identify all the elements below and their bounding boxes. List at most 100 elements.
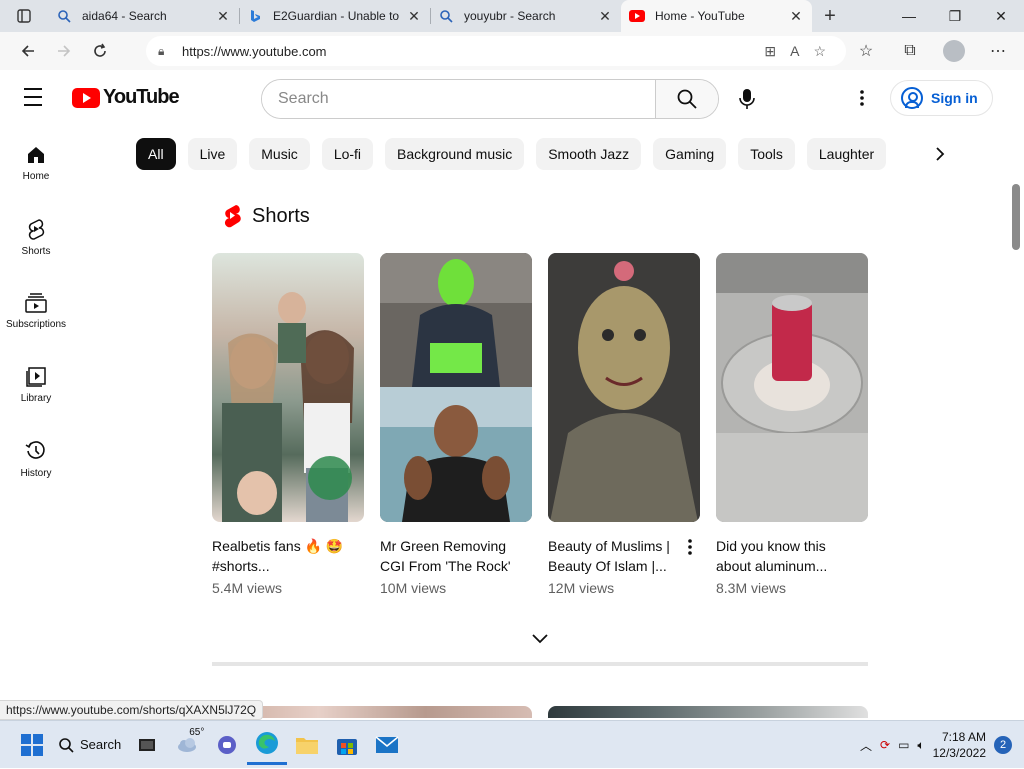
- sign-in-button[interactable]: Sign in: [890, 80, 993, 116]
- start-button[interactable]: [12, 725, 52, 765]
- minimize-icon[interactable]: —: [886, 0, 932, 32]
- system-tray: ︿ ⟳ ▭ 🔈︎ 7:18 AM 12/3/2022 2: [860, 721, 1012, 769]
- settings-more-icon[interactable]: ⋯: [980, 35, 1016, 67]
- chip-smooth-jazz[interactable]: Smooth Jazz: [536, 138, 642, 170]
- chip-gaming[interactable]: Gaming: [653, 138, 727, 170]
- short-title[interactable]: Did you know this about aluminum...: [716, 536, 868, 576]
- show-more-button[interactable]: [530, 632, 550, 646]
- chip-all[interactable]: All: [136, 138, 176, 170]
- notification-badge[interactable]: 2: [994, 736, 1012, 754]
- chip-live[interactable]: Live: [187, 138, 238, 170]
- close-tab-icon[interactable]: ✕: [788, 8, 804, 25]
- chip-laughter[interactable]: Laughter: [806, 138, 887, 170]
- browser-tab[interactable]: aida64 - Search ✕: [48, 0, 239, 32]
- windows-taskbar: Search 65° ︿ ⟳ ▭ 🔈︎ 7:18 AM 12/3/2022 2: [0, 720, 1024, 768]
- close-tab-icon[interactable]: ✕: [597, 8, 613, 25]
- shorts-logo-icon: [224, 205, 241, 228]
- tab-actions-button[interactable]: [0, 0, 48, 32]
- guide-label: Subscriptions: [5, 318, 67, 330]
- display-icon[interactable]: ▭: [898, 738, 909, 752]
- video-thumbnail-peek[interactable]: [548, 706, 868, 718]
- short-title[interactable]: Beauty of Muslims | Beauty Of Islam |...: [548, 536, 700, 576]
- short-card[interactable]: Realbetis fans 🔥 🤩 #shorts... 5.4M views: [212, 253, 364, 596]
- guide-item-shorts[interactable]: Shorts: [0, 200, 72, 274]
- scrollbar-thumb[interactable]: [1012, 184, 1020, 250]
- back-button[interactable]: [10, 35, 46, 67]
- voice-search-button[interactable]: [729, 81, 765, 117]
- browser-tab-active[interactable]: Home - YouTube ✕: [621, 0, 812, 32]
- sync-alert-icon[interactable]: ⟳: [880, 738, 890, 752]
- guide-item-history[interactable]: History: [0, 422, 72, 496]
- windows-logo-icon: [21, 733, 43, 756]
- microsoft-store-icon[interactable]: [327, 725, 367, 765]
- search-input[interactable]: [262, 80, 655, 118]
- read-aloud-icon[interactable]: A: [790, 43, 799, 60]
- short-views: 5.4M views: [212, 580, 283, 596]
- search-icon: [56, 8, 72, 24]
- address-bar[interactable]: 🔒︎ https://www.youtube.com ⊞ A ☆: [146, 36, 846, 66]
- guide-item-library[interactable]: Library: [0, 348, 72, 422]
- refresh-button[interactable]: [82, 35, 118, 67]
- short-thumbnail[interactable]: [548, 253, 700, 522]
- short-card[interactable]: Mr Green Removing CGI From 'The Rock' 10…: [380, 253, 532, 596]
- short-thumbnail[interactable]: [716, 253, 868, 522]
- short-thumbnail[interactable]: [212, 253, 364, 522]
- chips-next-button[interactable]: [926, 140, 954, 168]
- window-controls: — ❐ ✕: [886, 0, 1024, 32]
- avatar: [943, 40, 965, 62]
- forward-button[interactable]: [46, 35, 82, 67]
- profile-button[interactable]: [936, 35, 972, 67]
- weather-widget[interactable]: 65°: [167, 725, 207, 765]
- chip-lofi[interactable]: Lo-fi: [321, 138, 374, 170]
- youtube-page: YouTube Sign in Home Shorts: [0, 70, 1024, 718]
- menu-icon[interactable]: [24, 88, 48, 108]
- page-scrollbar[interactable]: [1008, 70, 1024, 718]
- short-card[interactable]: Beauty of Muslims | Beauty Of Islam |...…: [548, 253, 700, 596]
- short-title[interactable]: Mr Green Removing CGI From 'The Rock': [380, 536, 532, 576]
- short-title[interactable]: Realbetis fans 🔥 🤩 #shorts...: [212, 536, 364, 576]
- guide-item-subscriptions[interactable]: Subscriptions: [0, 274, 72, 348]
- vertical-dots-icon: [860, 90, 864, 106]
- tab-title: aida64 - Search: [82, 9, 167, 23]
- shorts-shelf: Realbetis fans 🔥 🤩 #shorts... 5.4M views…: [212, 253, 868, 596]
- edge-browser-icon[interactable]: [247, 725, 288, 765]
- restore-icon[interactable]: ❐: [932, 0, 978, 32]
- lock-icon[interactable]: 🔒︎: [158, 44, 182, 59]
- short-card[interactable]: Did you know this about aluminum... 8.3M…: [716, 253, 868, 596]
- favorites-icon[interactable]: ☆: [848, 35, 884, 67]
- clock[interactable]: 7:18 AM 12/3/2022: [933, 729, 986, 761]
- browser-tab[interactable]: youyubr - Search ✕: [430, 0, 621, 32]
- volume-icon[interactable]: 🔈︎: [917, 738, 924, 753]
- file-explorer-icon[interactable]: [287, 725, 327, 765]
- task-view-icon[interactable]: [127, 725, 167, 765]
- chip-tools[interactable]: Tools: [738, 138, 795, 170]
- short-more-options-icon[interactable]: [688, 539, 704, 557]
- chevron-up-icon[interactable]: ︿: [860, 737, 872, 754]
- browser-toolbar: 🔒︎ https://www.youtube.com ⊞ A ☆ ☆ ⧉ ⋯: [0, 32, 1024, 70]
- app-available-icon[interactable]: ⊞: [764, 43, 776, 60]
- mini-guide: Home Shorts Subscriptions Library Histor…: [0, 126, 72, 496]
- chip-music[interactable]: Music: [249, 138, 310, 170]
- chip-background-music[interactable]: Background music: [385, 138, 525, 170]
- close-window-icon[interactable]: ✕: [978, 0, 1024, 32]
- short-views: 10M views: [380, 580, 447, 596]
- settings-menu-button[interactable]: [850, 86, 874, 110]
- close-tab-icon[interactable]: ✕: [215, 8, 231, 25]
- browser-tab[interactable]: E2Guardian - Unable to ✕: [239, 0, 430, 32]
- browser-toolbar-right: ☆ ⧉ ⋯: [848, 35, 1016, 67]
- short-thumbnail[interactable]: [380, 253, 532, 522]
- search-button[interactable]: [655, 80, 718, 118]
- subscriptions-icon: [25, 292, 47, 313]
- collections-icon[interactable]: ⧉: [892, 35, 928, 67]
- short-views: 8.3M views: [716, 580, 787, 596]
- mail-icon[interactable]: [367, 725, 407, 765]
- close-tab-icon[interactable]: ✕: [406, 8, 422, 25]
- teams-chat-icon[interactable]: [207, 725, 247, 765]
- tab-title: Home - YouTube: [655, 9, 745, 23]
- shorts-shelf-header: Shorts: [222, 204, 310, 228]
- new-tab-button[interactable]: +: [812, 0, 848, 32]
- youtube-logo[interactable]: YouTube: [72, 86, 180, 109]
- guide-item-home[interactable]: Home: [0, 126, 72, 200]
- taskbar-search-button[interactable]: Search: [58, 737, 121, 753]
- add-favorite-icon[interactable]: ☆: [813, 43, 826, 60]
